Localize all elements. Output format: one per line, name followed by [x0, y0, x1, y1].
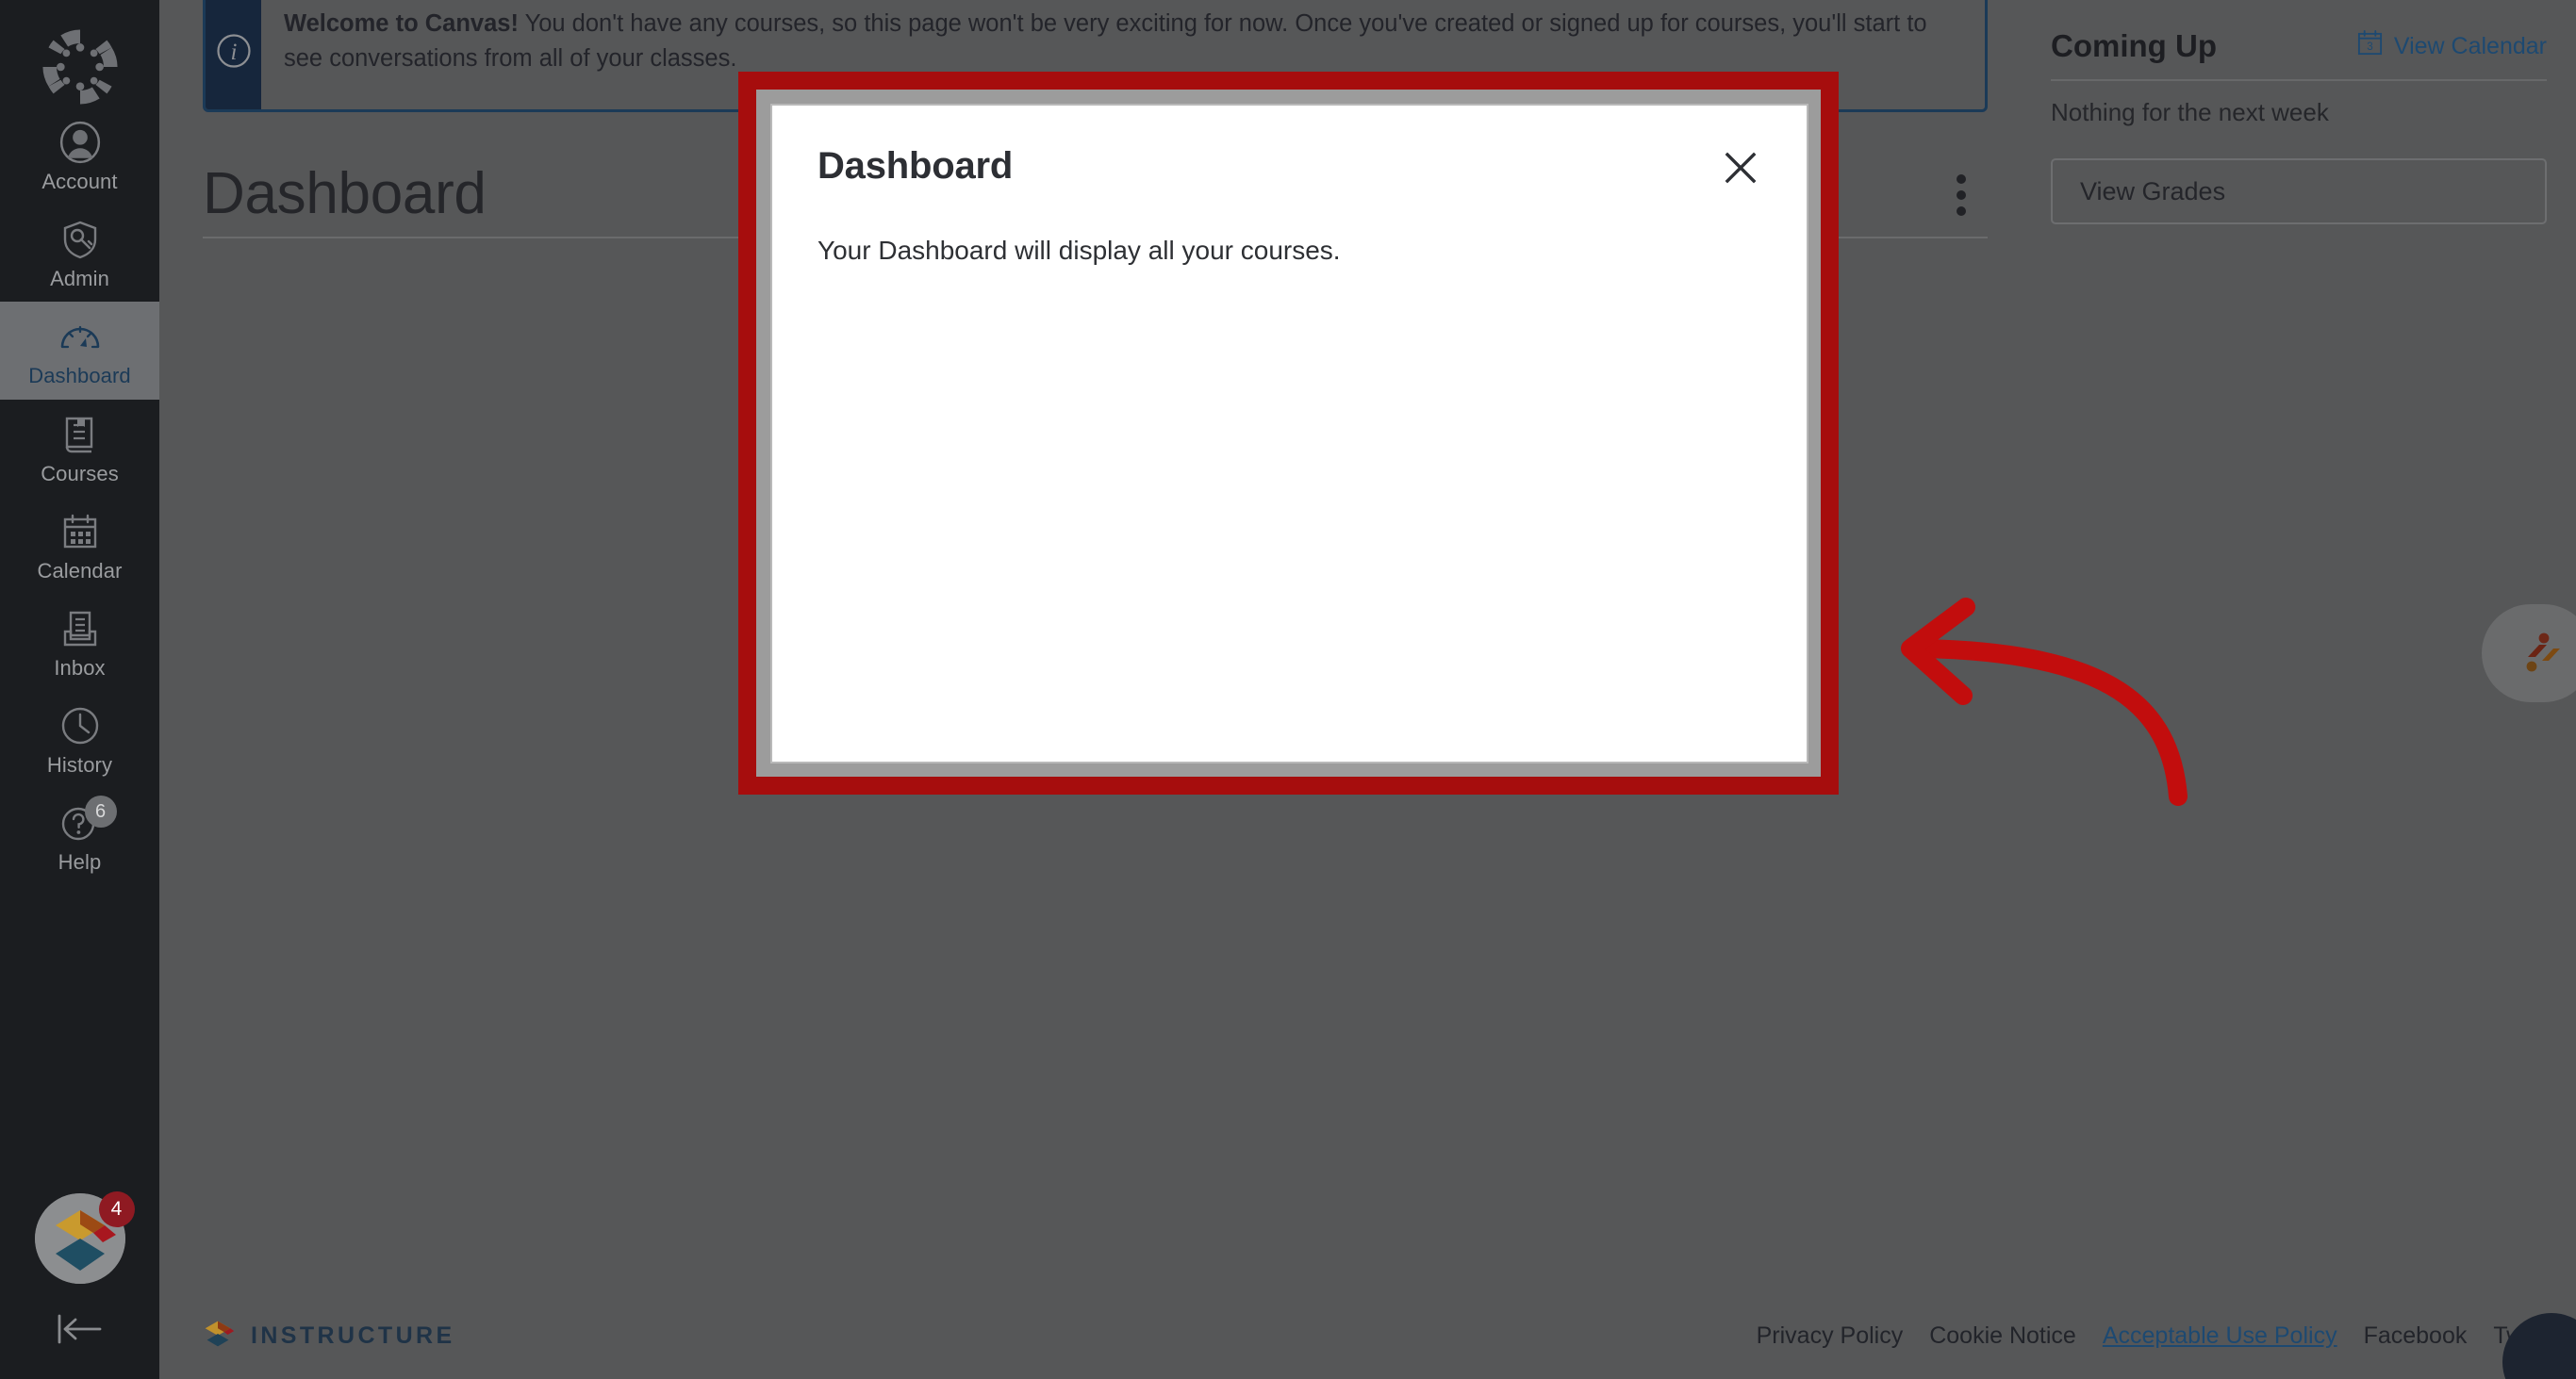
modal-header: Dashboard [772, 106, 1807, 196]
instructure-wordmark: INSTRUCTURE [251, 1322, 455, 1349]
welcome-banner-strong: Welcome to Canvas! [284, 10, 519, 37]
user-circle-icon [58, 121, 102, 164]
assistant-widget-icon [2509, 623, 2566, 684]
page-footer: INSTRUCTURE Privacy Policy Cookie Notice… [159, 1292, 2576, 1379]
inbox-tray-icon [58, 607, 102, 650]
canvas-dashboard-screen: Account Admin Dashboard Courses Calendar… [0, 0, 2576, 1379]
calendar-3-icon: 3 [2356, 29, 2384, 64]
kebab-dot [1957, 174, 1966, 184]
footer-link-privacy-policy[interactable]: Privacy Policy [1757, 1322, 1904, 1350]
sidebar-item-label: Calendar [37, 558, 123, 583]
instructure-diamond-icon [199, 1315, 237, 1357]
right-sidebar: Coming Up 3 View Calendar Nothing for th… [2051, 28, 2576, 224]
book-icon [58, 413, 102, 456]
svg-text:3: 3 [2367, 41, 2372, 53]
sidebar-item-label: Inbox [54, 655, 106, 680]
footer-link-facebook[interactable]: Facebook [2364, 1322, 2468, 1350]
sidebar-item-label: History [46, 753, 113, 778]
close-x-icon[interactable] [1712, 140, 1769, 196]
global-navigation: Account Admin Dashboard Courses Calendar… [0, 0, 159, 1379]
coming-up-empty-note: Nothing for the next week [2051, 98, 2329, 126]
footer-link-acceptable-use-policy[interactable]: Acceptable Use Policy [2103, 1322, 2337, 1350]
avatar[interactable]: 4 [34, 1191, 135, 1284]
help-badge: 6 [84, 796, 117, 829]
svg-text:i: i [230, 40, 237, 65]
sidebar-item-label: Courses [41, 461, 119, 485]
collapse-left-icon [51, 1308, 109, 1354]
kebab-dot [1957, 190, 1966, 200]
sidebar-item-history[interactable]: History [0, 691, 159, 788]
kebab-dot [1957, 206, 1966, 216]
sidebar-item-account[interactable]: Account [0, 107, 159, 205]
view-calendar-link[interactable]: 3 View Calendar [2356, 29, 2547, 64]
modal-body-text: Your Dashboard will display all your cou… [817, 236, 1341, 265]
coming-up-header: Coming Up 3 View Calendar [2051, 28, 2547, 81]
shield-key-icon [58, 218, 102, 261]
sidebar-item-admin[interactable]: Admin [0, 205, 159, 302]
modal-title: Dashboard [817, 145, 1014, 187]
view-calendar-label: View Calendar [2393, 32, 2547, 59]
sidebar-item-courses[interactable]: Courses [0, 400, 159, 497]
sidebar-item-label: Account [41, 170, 118, 193]
footer-links: Privacy Policy Cookie Notice Acceptable … [1757, 1322, 2576, 1350]
footer-link-cookie-notice[interactable]: Cookie Notice [1929, 1322, 2076, 1350]
kebab-menu-icon[interactable] [1935, 169, 1988, 222]
sidebar-item-dashboard[interactable]: Dashboard [0, 302, 159, 400]
clock-icon [58, 704, 102, 747]
question-circle-icon: 6 [58, 796, 117, 845]
page-title: Dashboard [203, 161, 487, 226]
welcome-banner-body: You don't have any courses, so this page… [284, 10, 1927, 73]
sidebar-item-label: Admin [50, 267, 109, 291]
sidebar-item-label: Help [58, 850, 102, 875]
instructure-brand: INSTRUCTURE [199, 1315, 455, 1357]
assistant-widget-button[interactable] [2482, 604, 2576, 702]
avatar-badge: 4 [98, 1191, 135, 1227]
sidebar-item-help[interactable]: 6 Help [0, 788, 159, 885]
view-grades-button[interactable]: View Grades [2051, 158, 2547, 224]
dashboard-gauge-icon [58, 315, 102, 358]
sidebar-item-calendar[interactable]: Calendar [0, 497, 159, 594]
sidebar-item-label: Dashboard [28, 364, 131, 388]
canvas-logo-icon[interactable] [40, 26, 121, 107]
info-circle-icon: i [206, 0, 261, 109]
dashboard-modal: Dashboard Your Dashboard will display al… [770, 104, 1808, 763]
sidebar-item-inbox[interactable]: Inbox [0, 594, 159, 691]
collapse-nav-button[interactable] [0, 1308, 159, 1379]
coming-up-title: Coming Up [2051, 28, 2217, 63]
calendar-icon [58, 510, 102, 553]
